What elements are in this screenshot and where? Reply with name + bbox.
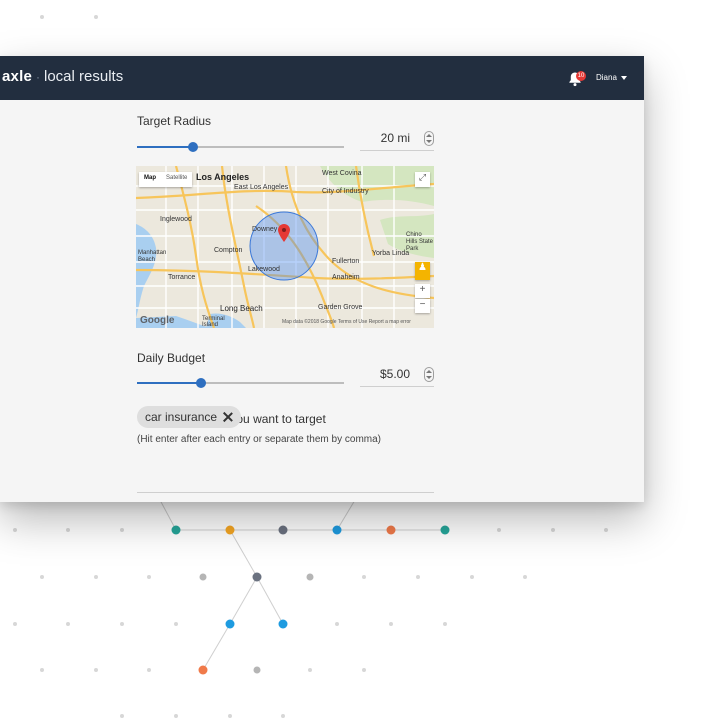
map-label-compton: Compton — [214, 247, 243, 254]
map-label-torrance: Torrance — [168, 274, 196, 281]
map-label-fullerton: Fullerton — [332, 258, 360, 265]
budget-value: $5.00 — [379, 367, 410, 381]
map-label-east-los-angeles: East Los Angeles — [234, 184, 289, 191]
close-icon[interactable] — [223, 412, 233, 422]
map-label-los-angeles: Los Angeles — [196, 172, 250, 182]
map-label-city-of-industry: City of Industry — [322, 188, 369, 195]
map-label-long-beach: Long Beach — [220, 304, 263, 313]
interest-chip[interactable]: car insurance — [137, 406, 242, 428]
map-label-garden-grove: Garden Grove — [318, 304, 363, 311]
interests-input[interactable] — [137, 492, 434, 493]
section-title: local results — [44, 68, 124, 85]
user-menu[interactable]: Diana — [596, 73, 617, 82]
radius-slider[interactable] — [137, 142, 344, 152]
map-label-terminal-island: Terminal Island — [202, 316, 225, 328]
interest-chip-label: car insurance — [145, 410, 218, 424]
zoom-out-button[interactable]: − — [415, 299, 430, 313]
radius-slider-fill — [137, 146, 193, 148]
map-label-inglewood: Inglewood — [160, 216, 192, 223]
zoom-in-button[interactable]: + — [415, 284, 430, 298]
radius-map[interactable]: Map Satellite ⤢ ♟ + − West Covina Los An… — [136, 166, 434, 328]
map-label-west-covina: West Covina — [322, 170, 362, 177]
map-label-downey: Downey — [252, 226, 278, 233]
street-view-icon[interactable]: ♟ — [415, 262, 430, 280]
radius-input[interactable]: 20 mi — [360, 128, 434, 151]
budget-slider-thumb[interactable] — [196, 378, 207, 388]
map-label-manhattan-beach: Manhattan Beach — [138, 250, 167, 263]
background-links — [159, 499, 445, 671]
map-label-yorba-linda: Yorba Linda — [372, 250, 410, 257]
brand-separator: · — [36, 70, 40, 84]
top-bar: axle · local results 10 Diana — [0, 56, 644, 100]
map-type-satellite[interactable]: Satellite — [161, 172, 192, 187]
fullscreen-icon[interactable]: ⤢ — [415, 172, 430, 187]
map-pin-icon — [278, 224, 290, 242]
map-type-control[interactable]: Map Satellite — [139, 172, 193, 187]
radius-slider-thumb[interactable] — [187, 142, 198, 152]
map-type-map[interactable]: Map — [139, 172, 161, 187]
brand[interactable]: axle · local results — [2, 68, 123, 85]
map-label-chino-hills: Chino Hills State Park — [406, 232, 434, 252]
budget-stepper-icon[interactable] — [424, 367, 434, 382]
radius-stepper-icon[interactable] — [424, 131, 434, 146]
google-logo: Google — [140, 315, 175, 326]
app-window: axle · local results 10 Diana Target Radiu… — [0, 56, 644, 502]
budget-slider-fill — [137, 382, 202, 384]
map-label-lakewood: Lakewood — [248, 266, 280, 273]
target-radius-label: Target Radius — [137, 114, 212, 128]
chevron-down-icon[interactable] — [621, 76, 627, 80]
interests-hint: (Hit enter after each entry or separate … — [137, 434, 381, 445]
budget-slider[interactable] — [137, 378, 344, 388]
radius-value: 20 mi — [380, 131, 410, 145]
map-label-anaheim: Anaheim — [332, 274, 360, 281]
brand-logo: axle — [2, 68, 32, 85]
budget-input[interactable]: $5.00 — [360, 364, 434, 387]
notification-badge: 10 — [576, 71, 586, 81]
map-attribution: Map data ©2018 Google Terms of Use Repor… — [282, 319, 411, 325]
daily-budget-label: Daily Budget — [137, 351, 206, 365]
